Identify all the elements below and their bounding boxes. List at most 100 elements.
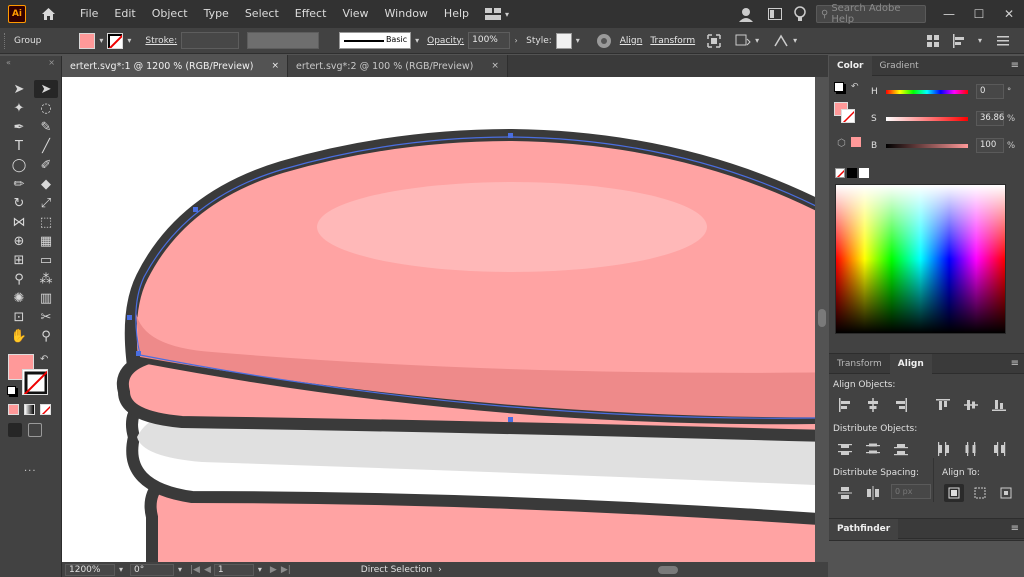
gradient-mode-icon[interactable] bbox=[24, 404, 35, 415]
align-to-selection-icon[interactable] bbox=[970, 484, 990, 502]
eyedropper-tool-icon[interactable]: ⚲ bbox=[7, 270, 31, 288]
workspace-switcher[interactable]: ▾ bbox=[485, 8, 513, 20]
grip-handle[interactable] bbox=[4, 32, 8, 49]
perspective-grid-tool-icon[interactable]: ▦ bbox=[34, 232, 58, 250]
horizontal-scrollbar-thumb[interactable] bbox=[658, 565, 678, 574]
arrange-icon[interactable] bbox=[926, 34, 940, 48]
macaron-artwork[interactable] bbox=[62, 77, 815, 562]
tab-document-1[interactable]: ertert.svg*:1 @ 1200 % (RGB/Preview) × bbox=[62, 55, 288, 77]
brightness-slider[interactable] bbox=[886, 143, 968, 148]
chevron-right-icon[interactable]: › bbox=[510, 36, 522, 45]
panel-menu-icon[interactable] bbox=[996, 34, 1010, 48]
menu-window[interactable]: Window bbox=[377, 0, 436, 28]
close-icon[interactable]: × bbox=[48, 58, 55, 67]
paintbrush-tool-icon[interactable]: ✐ bbox=[34, 156, 58, 174]
path-options-icon[interactable] bbox=[773, 34, 789, 48]
minimize-button[interactable]: — bbox=[934, 7, 964, 21]
shape-builder-tool-icon[interactable]: ⊕ bbox=[7, 232, 31, 250]
opacity-label[interactable]: Opacity: bbox=[427, 36, 464, 46]
stroke-weight-input[interactable] bbox=[181, 32, 240, 49]
chevron-down-icon[interactable]: ▾ bbox=[174, 565, 186, 574]
hand-tool-icon[interactable]: ✋ bbox=[7, 327, 31, 345]
slice-tool-icon[interactable]: ✂ bbox=[34, 308, 58, 326]
previous-artboard-icon[interactable]: ◀ bbox=[204, 565, 211, 575]
isolate-group-icon[interactable] bbox=[707, 33, 721, 48]
panel-menu-icon[interactable]: ≡ bbox=[1011, 358, 1019, 369]
menu-effect[interactable]: Effect bbox=[287, 0, 335, 28]
shaper-tool-icon[interactable]: ✏ bbox=[7, 175, 31, 193]
stroke-color-swatch[interactable] bbox=[22, 369, 48, 395]
collapse-icon[interactable]: « bbox=[6, 58, 11, 67]
hue-slider[interactable] bbox=[886, 89, 968, 94]
panel-menu-icon[interactable]: ≡ bbox=[1011, 523, 1019, 534]
share-user-icon[interactable] bbox=[738, 6, 754, 22]
vertical-align-bottom-icon[interactable] bbox=[989, 396, 1009, 414]
vertical-distribute-top-icon[interactable] bbox=[835, 440, 855, 458]
horizontal-distribute-left-icon[interactable] bbox=[933, 440, 953, 458]
brush-definition[interactable]: Basic bbox=[339, 32, 412, 49]
black-swatch[interactable] bbox=[847, 168, 857, 178]
eraser-tool-icon[interactable]: ◆ bbox=[34, 175, 58, 193]
screen-mode-icon[interactable] bbox=[28, 423, 42, 437]
close-icon[interactable]: × bbox=[491, 61, 499, 71]
rotation-field[interactable]: 0° bbox=[130, 563, 174, 576]
graphic-style-swatch[interactable] bbox=[555, 32, 572, 49]
artboard-canvas[interactable] bbox=[62, 77, 815, 562]
blend-tool-icon[interactable]: ⁂ bbox=[34, 270, 58, 288]
last-artboard-icon[interactable]: ▶| bbox=[281, 565, 291, 575]
chevron-down-icon[interactable]: ▾ bbox=[95, 36, 107, 45]
opacity-input[interactable]: 100% bbox=[468, 32, 511, 49]
hue-input[interactable]: 0 bbox=[976, 84, 1004, 99]
tab-transform[interactable]: Transform bbox=[829, 354, 890, 374]
vertical-align-top-icon[interactable] bbox=[933, 396, 953, 414]
menu-edit[interactable]: Edit bbox=[106, 0, 143, 28]
close-button[interactable]: ✕ bbox=[994, 7, 1024, 21]
maximize-button[interactable]: ☐ bbox=[964, 7, 994, 21]
width-tool-icon[interactable]: ⋈ bbox=[7, 213, 31, 231]
stroke-label[interactable]: Stroke: bbox=[145, 36, 177, 46]
transform-each-icon[interactable] bbox=[735, 34, 751, 48]
scrollbar-thumb[interactable] bbox=[818, 309, 826, 327]
artboard-tool-icon[interactable]: ⊡ bbox=[7, 308, 31, 326]
menu-select[interactable]: Select bbox=[237, 0, 287, 28]
zoom-level-field[interactable]: 1200% bbox=[65, 563, 115, 576]
horizontal-distribute-right-icon[interactable] bbox=[989, 440, 1009, 458]
none-swatch[interactable] bbox=[835, 168, 845, 178]
white-swatch[interactable] bbox=[859, 168, 869, 178]
none-mode-icon[interactable] bbox=[40, 404, 51, 415]
anchor-point[interactable] bbox=[508, 417, 513, 422]
vertical-distribute-bottom-icon[interactable] bbox=[891, 440, 911, 458]
selection-tool-icon[interactable]: ➤ bbox=[7, 80, 31, 98]
align-to-artboard-icon[interactable] bbox=[996, 484, 1016, 502]
home-icon[interactable] bbox=[40, 6, 56, 22]
next-artboard-icon[interactable]: ▶ bbox=[270, 565, 277, 575]
anchor-point[interactable] bbox=[508, 133, 513, 138]
horizontal-distribute-space-icon[interactable] bbox=[863, 484, 883, 502]
vertical-distribute-center-icon[interactable] bbox=[863, 440, 883, 458]
chevron-down-icon[interactable]: ▾ bbox=[974, 36, 986, 45]
column-graph-tool-icon[interactable]: ▥ bbox=[34, 289, 58, 307]
saturation-slider[interactable] bbox=[886, 116, 968, 121]
line-tool-icon[interactable]: ╱ bbox=[34, 137, 58, 155]
arrange-documents-icon[interactable] bbox=[768, 8, 782, 20]
align-to-key-object-icon[interactable] bbox=[944, 484, 964, 502]
vertical-distribute-space-icon[interactable] bbox=[835, 484, 855, 502]
anchor-point[interactable] bbox=[193, 207, 198, 212]
saturation-input[interactable]: 36.86 bbox=[976, 111, 1004, 126]
horizontal-align-center-icon[interactable] bbox=[863, 396, 883, 414]
chevron-down-icon[interactable]: ▾ bbox=[751, 36, 763, 45]
default-colors-icon[interactable] bbox=[7, 386, 16, 395]
chevron-down-icon[interactable]: ▾ bbox=[254, 565, 266, 574]
tab-gradient[interactable]: Gradient bbox=[872, 56, 927, 76]
tab-color[interactable]: Color bbox=[829, 55, 872, 76]
gradient-tool-icon[interactable]: ▭ bbox=[34, 251, 58, 269]
menu-view[interactable]: View bbox=[334, 0, 376, 28]
ellipse-tool-icon[interactable]: ◯ bbox=[7, 156, 31, 174]
chevron-down-icon[interactable]: ▾ bbox=[123, 36, 135, 45]
brightness-input[interactable]: 100 bbox=[976, 138, 1004, 153]
horizontal-distribute-center-icon[interactable] bbox=[961, 440, 981, 458]
pen-tool-icon[interactable]: ✒ bbox=[7, 118, 31, 136]
stroke-swatch[interactable] bbox=[107, 32, 124, 49]
close-icon[interactable]: × bbox=[271, 61, 279, 71]
align-button[interactable]: Align bbox=[620, 36, 643, 46]
